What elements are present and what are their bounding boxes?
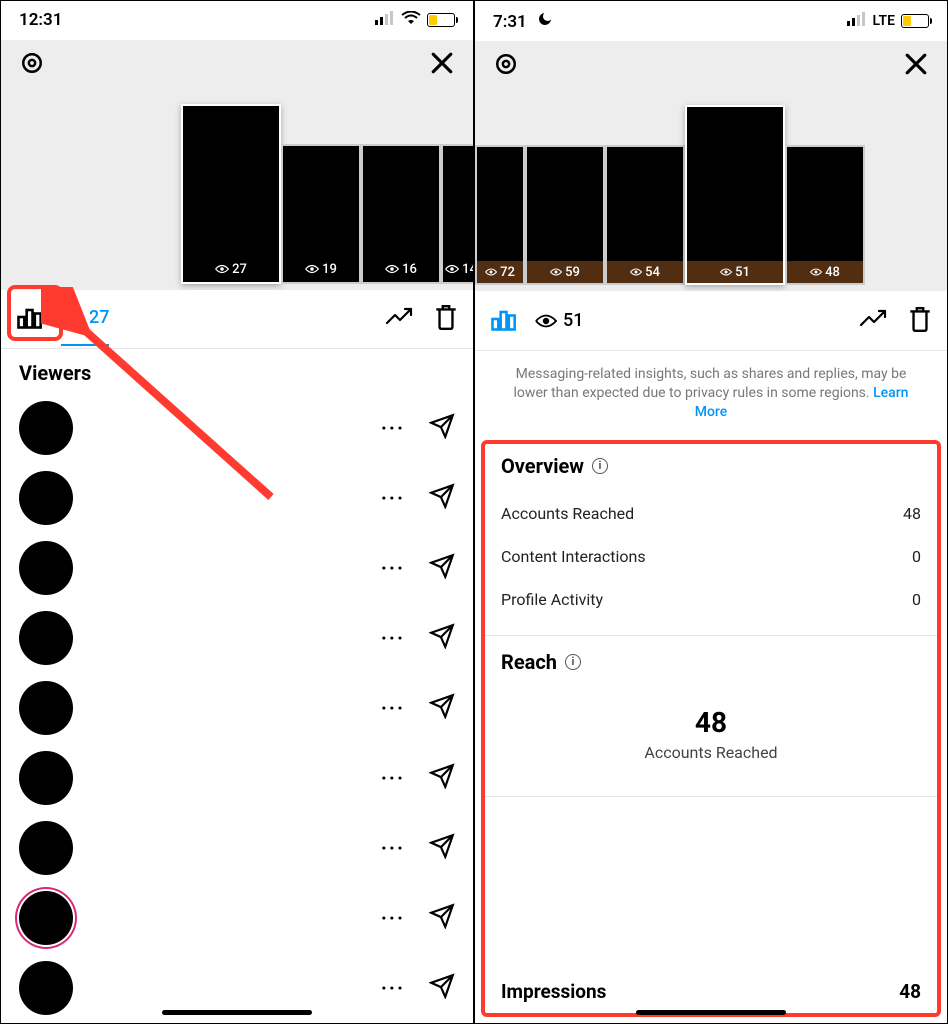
story-thumb[interactable]: 72: [475, 145, 525, 285]
story-thumb[interactable]: 54: [605, 145, 685, 285]
status-bar: 7:31 LTE: [475, 1, 947, 41]
story-thumb[interactable]: 59: [525, 145, 605, 285]
more-icon[interactable]: ···: [371, 486, 415, 510]
viewer-row[interactable]: ···: [1, 533, 473, 603]
status-bar: 12:31: [1, 1, 473, 40]
send-icon[interactable]: [429, 483, 455, 513]
viewers-section: Viewers ··· ··· ··· ··· ··· ··· ··· ··· …: [1, 349, 473, 1023]
gear-icon[interactable]: [491, 49, 521, 83]
close-icon[interactable]: [427, 48, 457, 82]
more-icon[interactable]: ···: [371, 626, 415, 650]
viewer-row[interactable]: ···: [1, 883, 473, 953]
story-thumb[interactable]: 14: [441, 144, 473, 284]
gear-icon[interactable]: [17, 48, 47, 82]
battery-icon: [901, 14, 929, 28]
dnd-moon-icon: [537, 12, 553, 32]
info-icon[interactable]: i: [565, 654, 581, 670]
phone-right: 7:31 LTE 72 59: [474, 0, 948, 1024]
status-time: 12:31: [19, 10, 62, 30]
avatar: [19, 471, 73, 525]
close-icon[interactable]: [901, 49, 931, 83]
story-thumb[interactable]: 48: [785, 145, 865, 285]
viewer-row[interactable]: ···: [1, 463, 473, 533]
story-thumb[interactable]: 16: [361, 144, 441, 284]
wifi-icon: [401, 10, 421, 30]
insights-tab-row: 51: [475, 291, 947, 351]
insights-tab-row: 27: [1, 290, 473, 349]
insights-panel: Overview i Accounts Reached48 Content In…: [481, 440, 941, 1017]
views-tab[interactable]: 51: [535, 310, 583, 331]
status-time: 7:31: [493, 12, 527, 32]
send-icon[interactable]: [429, 903, 455, 933]
reach-sublabel: Accounts Reached: [501, 743, 921, 762]
send-icon[interactable]: [429, 973, 455, 1003]
home-indicator: [636, 1010, 786, 1015]
phone-left: 12:31 27 19: [0, 0, 474, 1024]
more-icon[interactable]: ···: [371, 766, 415, 790]
annotation-highlight: [7, 285, 63, 341]
avatar: [19, 751, 73, 805]
viewers-title: Viewers: [1, 349, 473, 393]
privacy-notice: Messaging-related insights, such as shar…: [475, 351, 947, 440]
signal-icon: [375, 10, 395, 30]
avatar: [19, 821, 73, 875]
home-indicator: [162, 1010, 312, 1015]
info-icon[interactable]: i: [592, 458, 608, 474]
send-icon[interactable]: [429, 763, 455, 793]
story-strip[interactable]: 72 59 54 51 48: [475, 91, 947, 291]
story-thumb[interactable]: 19: [281, 144, 361, 284]
story-strip[interactable]: 27 19 16 14: [1, 90, 473, 290]
avatar: [19, 681, 73, 735]
network-label: LTE: [873, 13, 895, 29]
send-icon[interactable]: [429, 623, 455, 653]
avatar: [19, 611, 73, 665]
views-tab[interactable]: 27: [61, 307, 109, 346]
more-icon[interactable]: ···: [371, 836, 415, 860]
more-icon[interactable]: ···: [371, 976, 415, 1000]
reach-title: Reach i: [501, 650, 921, 674]
trend-icon[interactable]: [385, 307, 413, 331]
trash-icon[interactable]: [433, 303, 459, 335]
viewer-row[interactable]: ···: [1, 393, 473, 463]
send-icon[interactable]: [429, 833, 455, 863]
more-icon[interactable]: ···: [371, 416, 415, 440]
viewer-row[interactable]: ···: [1, 743, 473, 813]
viewer-row[interactable]: ···: [1, 813, 473, 883]
send-icon[interactable]: [429, 413, 455, 443]
trend-icon[interactable]: [859, 309, 887, 333]
avatar: [19, 401, 73, 455]
battery-icon: [427, 13, 455, 27]
avatar: [19, 961, 73, 1015]
metric-row[interactable]: Content Interactions0: [501, 535, 921, 578]
story-header-area: 27 19 16 14: [1, 40, 473, 290]
avatar: [19, 891, 73, 945]
metric-row[interactable]: Accounts Reached48: [501, 492, 921, 535]
send-icon[interactable]: [429, 553, 455, 583]
more-icon[interactable]: ···: [371, 696, 415, 720]
overview-title: Overview i: [501, 454, 921, 478]
viewer-row[interactable]: ···: [1, 673, 473, 743]
divider: [485, 635, 937, 636]
story-header-area: 72 59 54 51 48: [475, 41, 947, 291]
divider: [485, 796, 937, 797]
more-icon[interactable]: ···: [371, 906, 415, 930]
bar-chart-icon[interactable]: [489, 305, 517, 337]
viewer-row[interactable]: ···: [1, 603, 473, 673]
signal-icon: [847, 11, 867, 31]
impressions-row[interactable]: Impressions 48: [501, 980, 921, 1003]
metric-row[interactable]: Profile Activity0: [501, 578, 921, 621]
story-thumb[interactable]: 27: [181, 104, 281, 284]
more-icon[interactable]: ···: [371, 556, 415, 580]
avatar: [19, 541, 73, 595]
reach-value: 48: [501, 706, 921, 739]
send-icon[interactable]: [429, 693, 455, 723]
story-thumb[interactable]: 51: [685, 105, 785, 285]
trash-icon[interactable]: [907, 305, 933, 337]
